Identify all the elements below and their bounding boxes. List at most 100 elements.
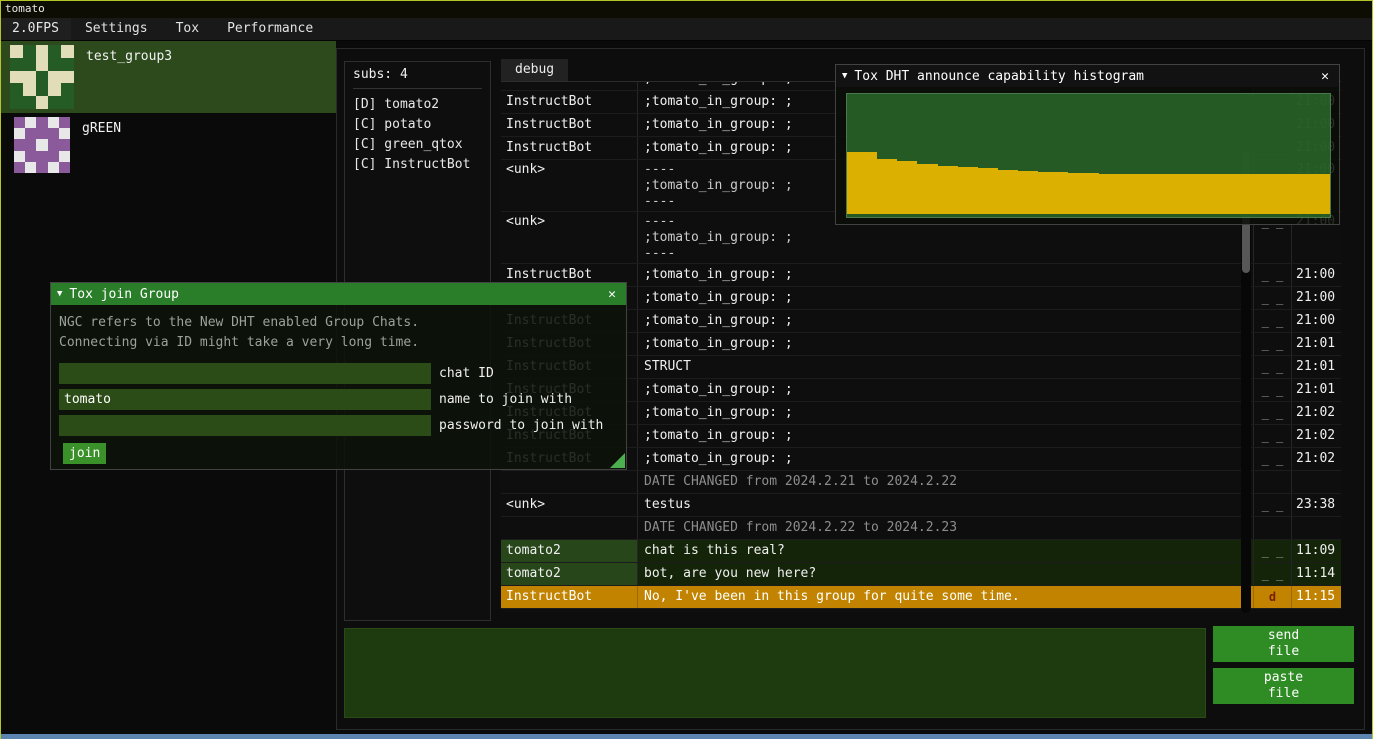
message-input[interactable] bbox=[344, 628, 1206, 718]
histogram-bar bbox=[1099, 174, 1109, 214]
message-text: ;tomato_in_group: ; bbox=[638, 379, 1254, 401]
message-row: InstructBot;tomato_in_group: ;_ _21:00 bbox=[501, 310, 1341, 333]
send-file-button[interactable]: send file bbox=[1213, 626, 1354, 662]
delivery-indicator: _ _ bbox=[1254, 287, 1292, 309]
resize-grip-icon[interactable] bbox=[610, 453, 625, 468]
histogram-bar bbox=[867, 152, 877, 214]
menu-item-performance[interactable]: Performance bbox=[213, 18, 327, 40]
message-row: InstructBot;tomato_in_group: ;_ _21:01 bbox=[501, 379, 1341, 402]
message-time: 21:01 bbox=[1292, 379, 1341, 401]
histogram-bar bbox=[938, 166, 948, 214]
message-row: InstructBot;tomato_in_group: ;_ _21:02 bbox=[501, 448, 1341, 471]
histogram-window-titlebar[interactable]: ▼ Tox DHT announce capability histogram … bbox=[836, 65, 1339, 87]
message-text: ;tomato_in_group: ; bbox=[638, 287, 1254, 309]
histogram-bar bbox=[1028, 171, 1038, 214]
join-button[interactable]: join bbox=[63, 443, 106, 464]
subs-header: subs: 4 bbox=[353, 67, 482, 89]
histogram-bar bbox=[928, 164, 938, 214]
histogram-bar bbox=[907, 161, 917, 214]
message-author bbox=[501, 471, 638, 493]
join-window-titlebar[interactable]: ▼ Tox join Group ✕ bbox=[51, 283, 626, 305]
member-item[interactable]: [C] green_qtox bbox=[353, 135, 482, 155]
message-row: tomato2bot, are you new here?_ _11:14 bbox=[501, 563, 1341, 586]
delivery-indicator: _ _ bbox=[1254, 425, 1292, 447]
delivery-indicator: _ _ bbox=[1254, 379, 1292, 401]
message-time: 11:09 bbox=[1292, 540, 1341, 562]
delivery-indicator: _ _ bbox=[1254, 448, 1292, 470]
message-author bbox=[501, 517, 638, 539]
histogram-bar bbox=[917, 164, 927, 214]
member-item[interactable]: [C] InstructBot bbox=[353, 155, 482, 175]
histogram-bar bbox=[847, 152, 857, 214]
message-time: 21:02 bbox=[1292, 402, 1341, 424]
menu-item-tox[interactable]: Tox bbox=[162, 18, 213, 40]
message-time: 21:02 bbox=[1292, 425, 1341, 447]
histogram-bar bbox=[857, 152, 867, 214]
menubar: 2.0FPS SettingsToxPerformance bbox=[0, 18, 1373, 41]
message-row: InstructBot;tomato_in_group: ;_ _21:02 bbox=[501, 402, 1341, 425]
chat-id-input[interactable] bbox=[59, 363, 431, 384]
message-text: ;tomato_in_group: ; bbox=[638, 402, 1254, 424]
histogram-bar bbox=[887, 159, 897, 214]
histogram-bar bbox=[1038, 172, 1048, 214]
tab-debug[interactable]: debug bbox=[501, 59, 568, 81]
delivery-indicator bbox=[1254, 517, 1292, 539]
histogram-bar bbox=[1189, 174, 1199, 214]
histogram-bar bbox=[1078, 173, 1088, 214]
group-item-test_group3[interactable]: test_group3 bbox=[0, 41, 336, 113]
message-text: bot, are you new here? bbox=[638, 563, 1254, 585]
join-info-line-2: Connecting via ID might take a very long… bbox=[59, 333, 618, 353]
message-time: 21:00 bbox=[1292, 264, 1341, 286]
message-text: ;tomato_in_group: ; bbox=[638, 264, 1254, 286]
message-time: 21:00 bbox=[1292, 310, 1341, 332]
delivery-indicator: d bbox=[1254, 586, 1292, 608]
message-row: InstructBot;tomato_in_group: ;_ _21:00 bbox=[501, 287, 1341, 310]
histogram-bar bbox=[1290, 174, 1300, 214]
message-author: <unk> bbox=[501, 494, 638, 516]
histogram-bar bbox=[1149, 174, 1159, 214]
group-name: test_group3 bbox=[86, 45, 172, 64]
histogram-bar bbox=[1058, 172, 1068, 214]
member-item[interactable]: [D] tomato2 bbox=[353, 95, 482, 115]
histogram-bar bbox=[988, 168, 998, 214]
message-row: InstructBot;tomato_in_group: ;_ _21:00 bbox=[501, 264, 1341, 287]
message-text: ;tomato_in_group: ; bbox=[638, 448, 1254, 470]
collapse-arrow-icon[interactable]: ▼ bbox=[57, 289, 62, 299]
paste-file-button[interactable]: paste file bbox=[1213, 668, 1354, 704]
message-time: 23:38 bbox=[1292, 494, 1341, 516]
collapse-arrow-icon[interactable]: ▼ bbox=[842, 71, 847, 81]
histogram-bar bbox=[1280, 174, 1290, 214]
histogram-bar bbox=[1008, 170, 1018, 214]
menu-items: SettingsToxPerformance bbox=[71, 18, 327, 40]
close-icon[interactable]: ✕ bbox=[1317, 69, 1333, 84]
histogram-bar bbox=[1239, 174, 1249, 214]
message-time: 11:14 bbox=[1292, 563, 1341, 585]
menu-item-settings[interactable]: Settings bbox=[71, 18, 162, 40]
date-changed-text: DATE CHANGED from 2024.2.21 to 2024.2.22 bbox=[638, 471, 1254, 493]
histogram-bar bbox=[1139, 174, 1149, 214]
histogram-window-title: Tox DHT announce capability histogram bbox=[854, 69, 1317, 84]
join-group-window: ▼ Tox join Group ✕ NGC refers to the New… bbox=[50, 282, 627, 470]
histogram-bar bbox=[968, 167, 978, 214]
histogram-bar bbox=[1129, 174, 1139, 214]
message-author: InstructBot bbox=[501, 91, 638, 113]
histogram-plot bbox=[846, 93, 1331, 218]
member-item[interactable]: [C] potato bbox=[353, 115, 482, 135]
window-titlebar: tomato bbox=[0, 0, 1373, 18]
join-password-input[interactable] bbox=[59, 415, 431, 436]
histogram-bar bbox=[978, 168, 988, 214]
message-text: chat is this real? bbox=[638, 540, 1254, 562]
histogram-bar bbox=[1179, 174, 1189, 214]
histogram-bar bbox=[1159, 174, 1169, 214]
close-icon[interactable]: ✕ bbox=[604, 287, 620, 302]
join-info-line-1: NGC refers to the New DHT enabled Group … bbox=[59, 313, 618, 333]
delivery-indicator: _ _ bbox=[1254, 310, 1292, 332]
group-item-gREEN[interactable]: gREEN bbox=[0, 113, 336, 181]
delivery-indicator: _ _ bbox=[1254, 402, 1292, 424]
join-name-input[interactable]: tomato bbox=[59, 389, 431, 410]
histogram-bar bbox=[1119, 174, 1129, 214]
message-time: 21:02 bbox=[1292, 448, 1341, 470]
delivery-indicator: _ _ bbox=[1254, 494, 1292, 516]
histogram-bar bbox=[1229, 174, 1239, 214]
message-author: InstructBot bbox=[501, 586, 638, 608]
